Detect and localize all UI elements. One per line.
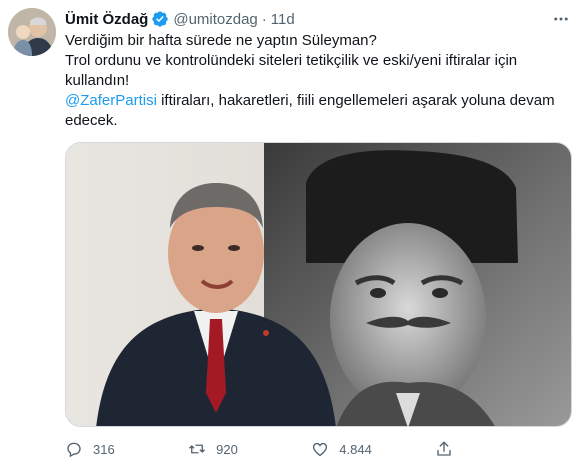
like-count: 4.844	[339, 441, 372, 457]
retweet-count: 920	[216, 441, 238, 457]
share-button[interactable]	[435, 440, 495, 458]
reply-count: 316	[93, 441, 115, 457]
tweet-actions: 316 920 4.844	[65, 436, 495, 462]
heart-icon	[313, 442, 328, 457]
reply-icon	[67, 442, 81, 458]
more-options-button[interactable]	[550, 8, 572, 30]
retweet-icon	[189, 444, 206, 454]
tweet-line-1: Verdiğim bir hafta sürede ne yaptın Süle…	[65, 32, 377, 49]
tweet-text: Verdiğim bir hafta sürede ne yaptın Süle…	[65, 31, 565, 131]
separator: ·	[261, 10, 267, 28]
photo-speaker-with-portrait	[66, 143, 571, 426]
tweet-line-2: Trol ordunu ve kontrolündeki siteleri te…	[65, 52, 522, 89]
user-handle[interactable]: @umitozdag	[173, 11, 257, 28]
more-icon	[554, 17, 568, 21]
tweet-media-image[interactable]	[65, 142, 572, 427]
tweet-header: Ümit Özdağ @umitozdag · 11d	[65, 9, 564, 29]
avatar[interactable]	[8, 8, 56, 56]
mention-link[interactable]: @ZaferPartisi	[65, 92, 157, 109]
reply-button[interactable]: 316	[65, 440, 125, 458]
retweet-button[interactable]: 920	[188, 440, 248, 458]
like-button[interactable]: 4.844	[311, 440, 372, 458]
user-name[interactable]: Ümit Özdağ	[65, 11, 148, 28]
avatar-image	[8, 8, 56, 56]
verified-badge-icon	[151, 10, 169, 28]
share-icon	[437, 441, 451, 456]
timestamp[interactable]: 11d	[271, 11, 295, 28]
